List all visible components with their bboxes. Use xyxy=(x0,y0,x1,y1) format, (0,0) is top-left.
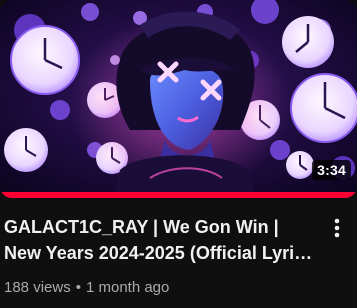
clock-left-top xyxy=(10,25,80,95)
video-thumbnail[interactable]: 3:34 xyxy=(0,0,357,198)
video-card[interactable]: 3:34 GALACT1C_RAY | We Gon Win | New Yea… xyxy=(0,0,357,308)
more-actions-button[interactable] xyxy=(325,216,349,240)
clock-right-large xyxy=(290,73,357,143)
clock-right-top xyxy=(282,16,334,68)
upload-age: 1 month ago xyxy=(85,279,170,296)
video-duration-badge: 3:34 xyxy=(312,160,351,180)
watch-progress-bar xyxy=(0,192,357,198)
view-count: 188 views xyxy=(4,279,71,296)
video-metadata: 188 views • 1 month ago xyxy=(4,278,169,298)
more-vert-icon xyxy=(334,218,340,238)
clock-left-bottom xyxy=(4,128,48,172)
video-title[interactable]: GALACT1C_RAY | We Gon Win | New Years 20… xyxy=(4,214,314,266)
clock-right-small xyxy=(286,151,314,179)
character-portrait xyxy=(115,11,255,198)
meta-separator: • xyxy=(75,279,81,296)
watch-progress-fill xyxy=(0,192,357,198)
